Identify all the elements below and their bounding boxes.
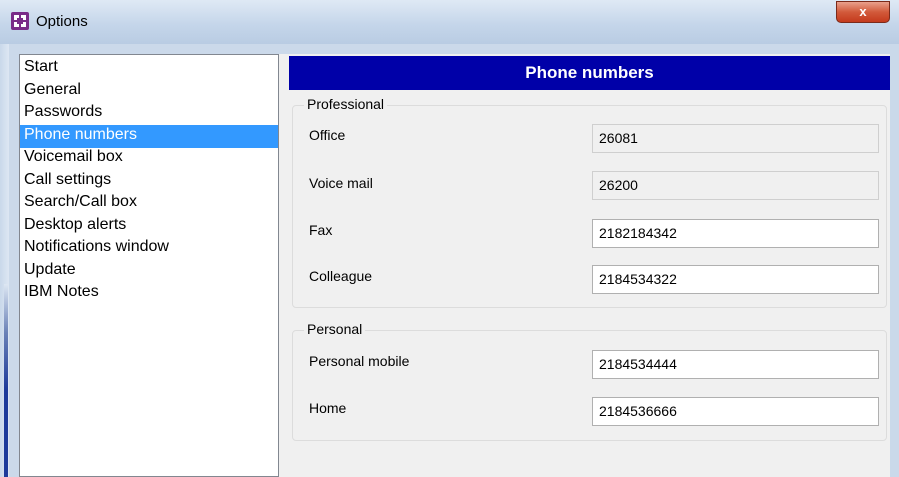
home-field[interactable]: 2184536666 — [592, 397, 879, 426]
sidebar-item-general[interactable]: General — [20, 80, 278, 103]
colleague-label: Colleague — [309, 268, 373, 284]
voicemail-label: Voice mail — [309, 175, 373, 191]
voicemail-field: 26200 — [592, 171, 879, 200]
close-icon: x — [859, 4, 867, 19]
window-title: Options — [36, 13, 88, 30]
close-button[interactable]: x — [836, 1, 890, 23]
colleague-field[interactable]: 2184534322 — [592, 265, 879, 294]
personal-mobile-label: Personal mobile — [309, 353, 410, 369]
personal-mobile-field[interactable]: 2184534444 — [592, 350, 879, 379]
sidebar-item-voicemail-box[interactable]: Voicemail box — [20, 147, 278, 170]
window-left-border — [0, 44, 9, 477]
title-bar[interactable]: Options x — [0, 0, 899, 44]
sidebar-item-phone-numbers[interactable]: Phone numbers — [20, 124, 278, 148]
sidebar-item-call-settings[interactable]: Call settings — [20, 170, 278, 193]
professional-legend: Professional — [304, 96, 388, 112]
office-field: 26081 — [592, 124, 879, 153]
sidebar-item-desktop-alerts[interactable]: Desktop alerts — [20, 215, 278, 238]
sidebar-item-passwords[interactable]: Passwords — [20, 102, 278, 125]
options-category-list[interactable]: Start General Passwords Phone numbers Voicem… — [19, 54, 279, 477]
options-window: Options x Start General Passwords Phone num… — [0, 0, 899, 477]
sidebar-item-search-call-box[interactable]: Search/Call box — [20, 192, 278, 215]
sidebar-item-start[interactable]: Start — [20, 57, 278, 80]
sidebar-item-ibm-notes[interactable]: IBM Notes — [20, 282, 278, 305]
options-content: Phone numbers Professional Office 26081 … — [279, 54, 890, 477]
fax-field[interactable]: 2182184342 — [592, 219, 879, 248]
fax-label: Fax — [309, 222, 333, 238]
sidebar-item-notifications-window[interactable]: Notifications window — [20, 237, 278, 260]
sidebar-item-update[interactable]: Update — [20, 260, 278, 283]
window-right-border — [890, 44, 899, 477]
personal-legend: Personal — [304, 321, 366, 337]
home-label: Home — [309, 400, 347, 416]
app-icon — [11, 12, 29, 30]
page-title: Phone numbers — [289, 56, 890, 90]
office-label: Office — [309, 127, 346, 143]
